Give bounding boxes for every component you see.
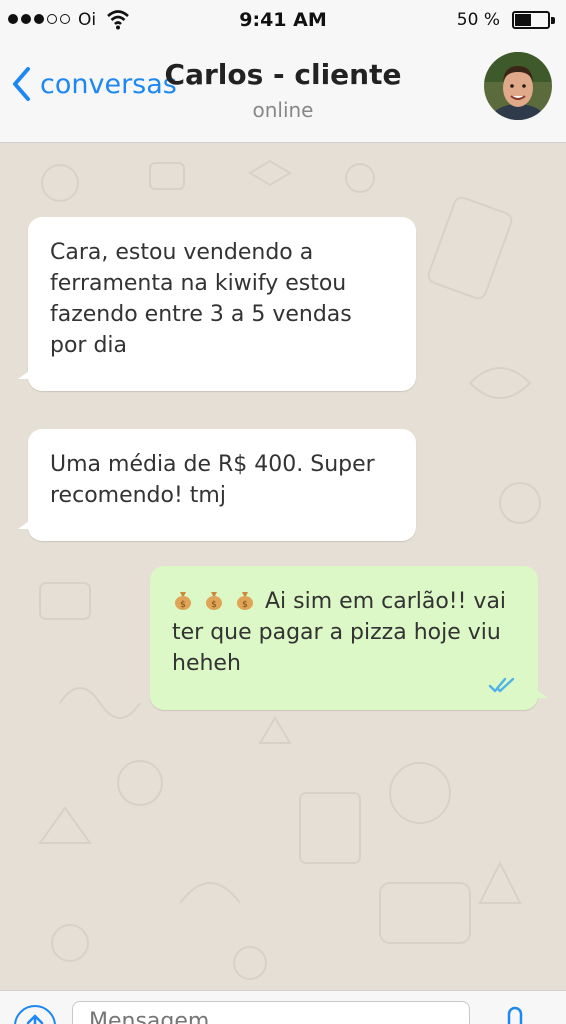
svg-text:$: $: [180, 600, 186, 610]
message-bubble-incoming[interactable]: Cara, estou vendendo a ferramenta na kiw…: [18, 217, 416, 391]
composer-bar: [0, 990, 566, 1024]
contact-status: online: [252, 98, 314, 122]
message-line: Cara, estou vendendo a: [50, 240, 314, 265]
avatar[interactable]: [484, 52, 552, 120]
contact-name[interactable]: Carlos - cliente: [0, 58, 566, 91]
chat-header: conversas Carlos - cliente online: [0, 42, 566, 143]
message-line: heheh: [172, 651, 241, 676]
battery-icon: [512, 11, 556, 31]
message-line: fazendo entre 3 a 5 vendas: [50, 302, 352, 327]
message-list[interactable]: Cara, estou vendendo a ferramenta na kiw…: [0, 143, 566, 990]
battery-level: [515, 14, 531, 26]
microphone-icon[interactable]: [500, 1005, 530, 1024]
message-line: Uma média de R$ 400. Super: [50, 452, 375, 477]
message-input[interactable]: [72, 1001, 470, 1024]
message-line: ferramenta na kiwify estou: [50, 271, 347, 296]
svg-text:$: $: [211, 600, 217, 610]
money-bag-icon: $: [206, 592, 222, 610]
upload-arrow-icon: [26, 1014, 44, 1024]
money-bag-icon: $: [237, 592, 253, 610]
read-receipt-icon: [488, 677, 515, 693]
status-bar: Oi 9:41 AM 50 %: [0, 0, 566, 42]
message-line: $ $ $ Ai sim em carlão!! vai: [172, 586, 516, 617]
message-text: Ai sim em carlão!! vai: [265, 589, 507, 614]
message-line: recomendo! tmj: [50, 483, 226, 508]
message-line: por dia: [50, 333, 128, 358]
svg-text:$: $: [242, 600, 248, 610]
contact-photo: [484, 52, 552, 120]
money-bag-icon: $: [175, 592, 191, 610]
chat-screen: Oi 9:41 AM 50 % conversas Carlos - clien…: [0, 0, 566, 1024]
message-line: ter que pagar a pizza hoje viu: [172, 620, 501, 645]
message-bubble-outgoing[interactable]: $ $ $ Ai sim em carlão!! vai ter que pag…: [150, 566, 548, 710]
message-bubble-incoming[interactable]: Uma média de R$ 400. Super recomendo! tm…: [18, 429, 416, 541]
battery-percentage: 50 %: [456, 10, 500, 30]
